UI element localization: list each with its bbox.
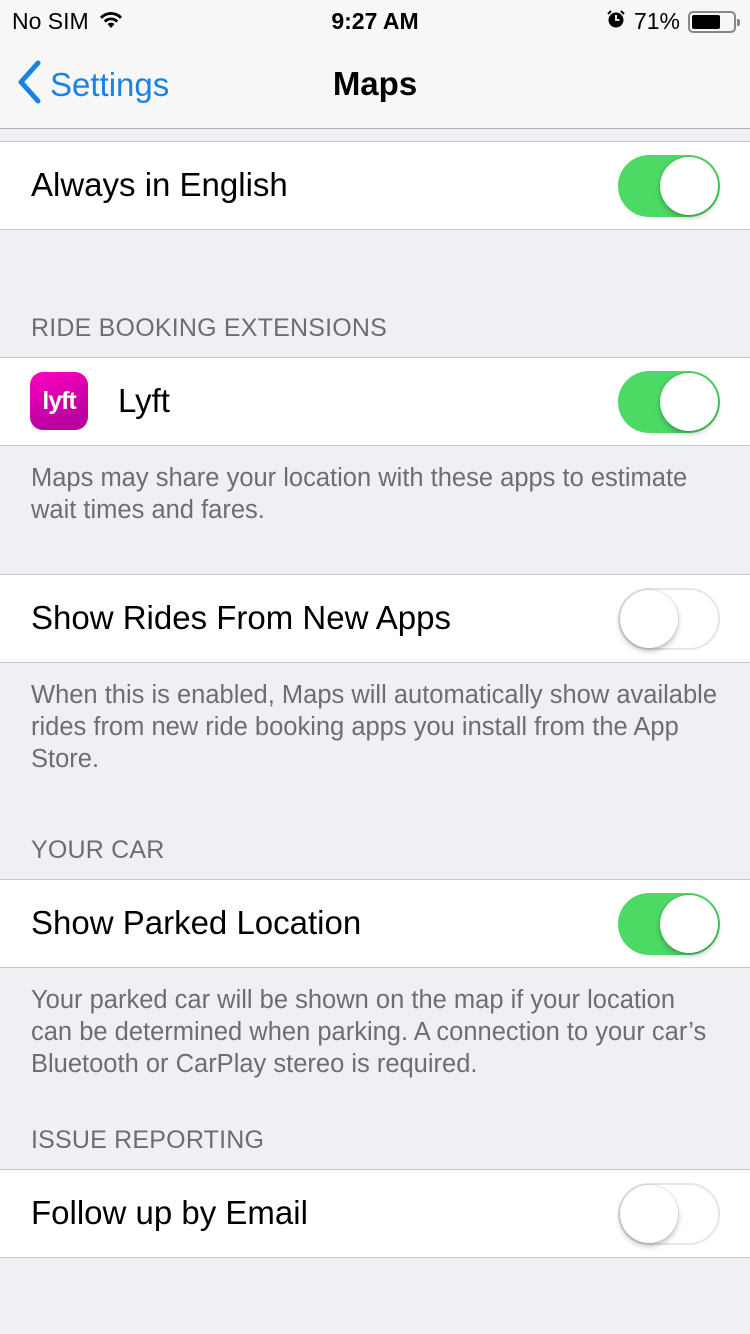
lyft-toggle[interactable] <box>618 371 720 433</box>
lyft-app-icon: lyft <box>30 372 88 430</box>
setting-label: Follow up by Email <box>31 1194 308 1231</box>
setting-label: Show Parked Location <box>31 904 362 941</box>
always-english-toggle[interactable] <box>618 155 720 217</box>
alarm-clock-icon <box>606 8 626 35</box>
battery-icon <box>688 10 740 33</box>
page-title: Maps <box>332 65 418 102</box>
lyft-logo-text: lyft <box>42 386 76 415</box>
setting-row-always-english: Always in English <box>0 141 750 230</box>
section-footer-new-apps: When this is enabled, Maps will automati… <box>31 681 717 773</box>
setting-label: Show Rides From New Apps <box>31 599 451 636</box>
parked-location-toggle[interactable] <box>618 893 720 955</box>
toggle-knob <box>620 590 678 648</box>
toggle-knob <box>620 1185 678 1243</box>
toggle-knob <box>660 895 718 953</box>
follow-up-email-toggle[interactable] <box>618 1183 720 1245</box>
navigation-bar: Settings Maps <box>0 40 750 129</box>
section-header-issue-reporting: ISSUE REPORTING <box>31 1126 265 1154</box>
setting-row-lyft: lyft Lyft <box>0 357 750 446</box>
status-right: 71% <box>606 8 740 35</box>
section-header-your-car: YOUR CAR <box>31 836 165 864</box>
show-rides-toggle[interactable] <box>618 588 720 650</box>
setting-label: Always in English <box>31 166 288 203</box>
toggle-knob <box>660 373 718 431</box>
battery-percent: 71% <box>633 8 680 34</box>
setting-label: Lyft <box>118 382 170 419</box>
setting-row-show-rides: Show Rides From New Apps <box>0 574 750 663</box>
battery-tip <box>737 18 740 26</box>
setting-row-follow-up-email: Follow up by Email <box>0 1169 750 1258</box>
section-footer-ride-booking: Maps may share your location with these … <box>31 464 688 524</box>
battery-fill <box>692 14 721 29</box>
status-bar: No SIM 9:27 AM 71% <box>0 0 750 40</box>
setting-row-parked-location: Show Parked Location <box>0 879 750 968</box>
toggle-knob <box>660 157 718 215</box>
section-header-ride-booking: RIDE BOOKING EXTENSIONS <box>31 314 388 342</box>
section-footer-your-car: Your parked car will be shown on the map… <box>31 986 707 1078</box>
